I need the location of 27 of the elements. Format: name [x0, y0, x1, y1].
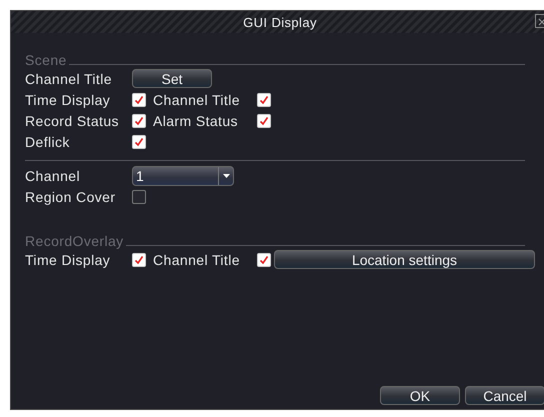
window-title: GUI Display	[243, 14, 317, 30]
checkbox[interactable]	[132, 114, 146, 128]
checkbox[interactable]	[132, 134, 146, 148]
checkbox[interactable]	[257, 92, 271, 106]
channel-dropdown[interactable]: 1	[132, 166, 234, 186]
dialog-button[interactable]: OK	[380, 386, 460, 405]
option-label: Alarm Status	[153, 112, 239, 128]
option-label: Time Display	[25, 252, 112, 268]
field-label: Region Cover	[25, 188, 116, 204]
field-label: Channel Title	[25, 70, 113, 86]
caret-icon	[222, 174, 230, 178]
set-button[interactable]: Set	[132, 69, 212, 88]
section-heading: RecordOverlay	[25, 233, 124, 249]
checkbox[interactable]	[132, 252, 146, 266]
section-heading: Scene	[25, 52, 67, 68]
checkbox[interactable]	[257, 252, 271, 266]
option-label: Record Status	[25, 112, 120, 128]
option-label: Time Display	[25, 92, 112, 108]
checkbox[interactable]	[132, 92, 146, 106]
location-settings-button[interactable]: Location settings	[274, 250, 535, 269]
field-label: Channel	[25, 168, 81, 184]
option-label: Channel Title	[153, 252, 241, 268]
option-label: Deflick	[25, 134, 71, 150]
checkbox[interactable]	[132, 190, 146, 204]
checkbox[interactable]	[257, 114, 271, 128]
option-label: Channel Title	[153, 92, 241, 108]
dialog-button[interactable]: Cancel	[465, 386, 544, 405]
